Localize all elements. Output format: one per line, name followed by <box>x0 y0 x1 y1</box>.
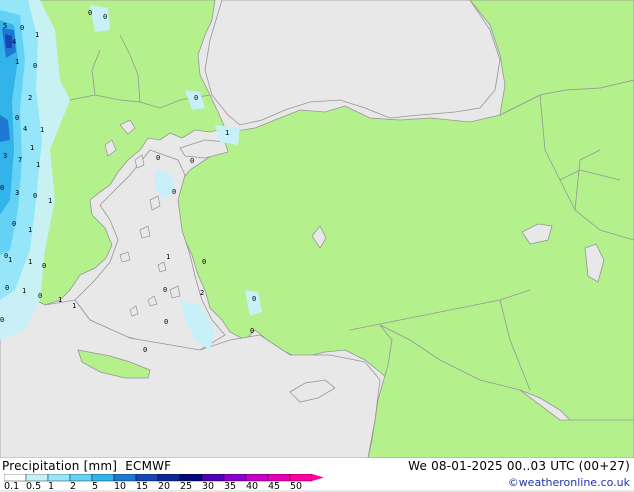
value-label: 7 <box>18 156 22 164</box>
value-label: 0 <box>103 13 107 21</box>
value-label: 0 <box>20 24 24 32</box>
legend-tick-label: 5 <box>92 481 99 492</box>
value-label: 1 <box>58 296 62 304</box>
value-label: 1 <box>22 287 26 295</box>
value-label: 4 <box>12 38 16 46</box>
value-label: 0 <box>172 188 176 196</box>
value-label: 0 <box>0 184 4 192</box>
color-legend: 0.1 0.5 1 2 5 10 15 20 25 30 35 40 45 50 <box>4 474 334 492</box>
legend-swatch <box>245 474 269 482</box>
value-label: 0 <box>252 295 256 303</box>
value-label: 1 <box>35 31 39 39</box>
value-label: 1 <box>40 126 44 134</box>
value-label: 0 <box>202 258 206 266</box>
legend-swatch <box>267 474 291 482</box>
legend-swatch <box>179 474 203 482</box>
value-label: 1 <box>48 197 52 205</box>
value-label: 3 <box>3 152 7 160</box>
legend-swatch <box>91 474 115 482</box>
value-label: 0 <box>33 192 37 200</box>
value-label: 1 <box>28 226 32 234</box>
legend-swatch <box>47 474 71 482</box>
forecast-datetime: We 08-01-2025 00..03 UTC (00+27) <box>408 459 630 473</box>
legend-bar: Precipitation [mm] ECMWF We 08-01-2025 0… <box>0 458 634 492</box>
value-label: 0 <box>12 220 16 228</box>
legend-tick-label: 10 <box>114 481 127 492</box>
legend-swatch <box>223 474 247 482</box>
value-label: 0 <box>163 286 167 294</box>
value-label: 0 <box>164 318 168 326</box>
legend-tick-label: 1 <box>48 481 55 492</box>
legend-swatch <box>69 474 93 482</box>
value-label: 1 <box>28 258 32 266</box>
value-label: 0 <box>143 346 147 354</box>
value-label: 1 <box>225 129 229 137</box>
legend-swatch <box>135 474 159 482</box>
precipitation-map[interactable]: 0 0 5 4 1 0 1 0 2 1 4 0 1 3 7 1 0 3 0 1 … <box>0 0 634 458</box>
value-label: 0 <box>194 94 198 102</box>
legend-tick-label: 25 <box>180 481 193 492</box>
legend-tick-label: 15 <box>136 481 149 492</box>
value-label: 0 <box>42 262 46 270</box>
value-label: 0 <box>190 157 194 165</box>
legend-swatch <box>201 474 225 482</box>
legend-swatch <box>113 474 137 482</box>
legend-swatch <box>4 474 27 482</box>
value-label: 1 <box>36 161 40 169</box>
legend-swatch <box>157 474 181 482</box>
value-label: 0 <box>156 154 160 162</box>
map-title: Precipitation [mm] ECMWF <box>2 459 172 473</box>
value-label: 0 <box>33 62 37 70</box>
legend-swatch <box>289 474 313 482</box>
value-label: 1 <box>8 256 12 264</box>
value-label: 0 <box>5 284 9 292</box>
value-label: 2 <box>28 94 32 102</box>
value-label: 0 <box>15 114 19 122</box>
value-label: 4 <box>23 125 27 133</box>
value-label: 0 <box>250 327 254 335</box>
legend-tick-label: 30 <box>202 481 215 492</box>
value-label: 2 <box>200 289 204 297</box>
value-label: 1 <box>72 302 76 310</box>
legend-tick-label: 45 <box>268 481 281 492</box>
legend-tick-label: 50 <box>290 481 303 492</box>
legend-tick-label: 2 <box>70 481 77 492</box>
value-label: 0 <box>88 9 92 17</box>
value-label: 1 <box>166 253 170 261</box>
legend-tick-label: 35 <box>224 481 237 492</box>
value-label: 3 <box>15 189 19 197</box>
legend-tick-label: 0.1 <box>4 481 20 492</box>
map-canvas: 0 0 5 4 1 0 1 0 2 1 4 0 1 3 7 1 0 3 0 1 … <box>0 0 634 458</box>
legend-tick-label: 40 <box>246 481 259 492</box>
legend-overflow-arrow <box>312 474 324 481</box>
value-label: 0 <box>0 316 4 324</box>
value-label: 0 <box>38 292 42 300</box>
value-label: 5 <box>3 22 7 30</box>
legend-swatch <box>25 474 49 482</box>
legend-tick-label: 20 <box>158 481 171 492</box>
credit-link[interactable]: ©weatheronline.co.uk <box>508 476 630 489</box>
value-label: 1 <box>30 144 34 152</box>
legend-tick-label: 0.5 <box>26 481 42 492</box>
value-label: 1 <box>15 58 19 66</box>
